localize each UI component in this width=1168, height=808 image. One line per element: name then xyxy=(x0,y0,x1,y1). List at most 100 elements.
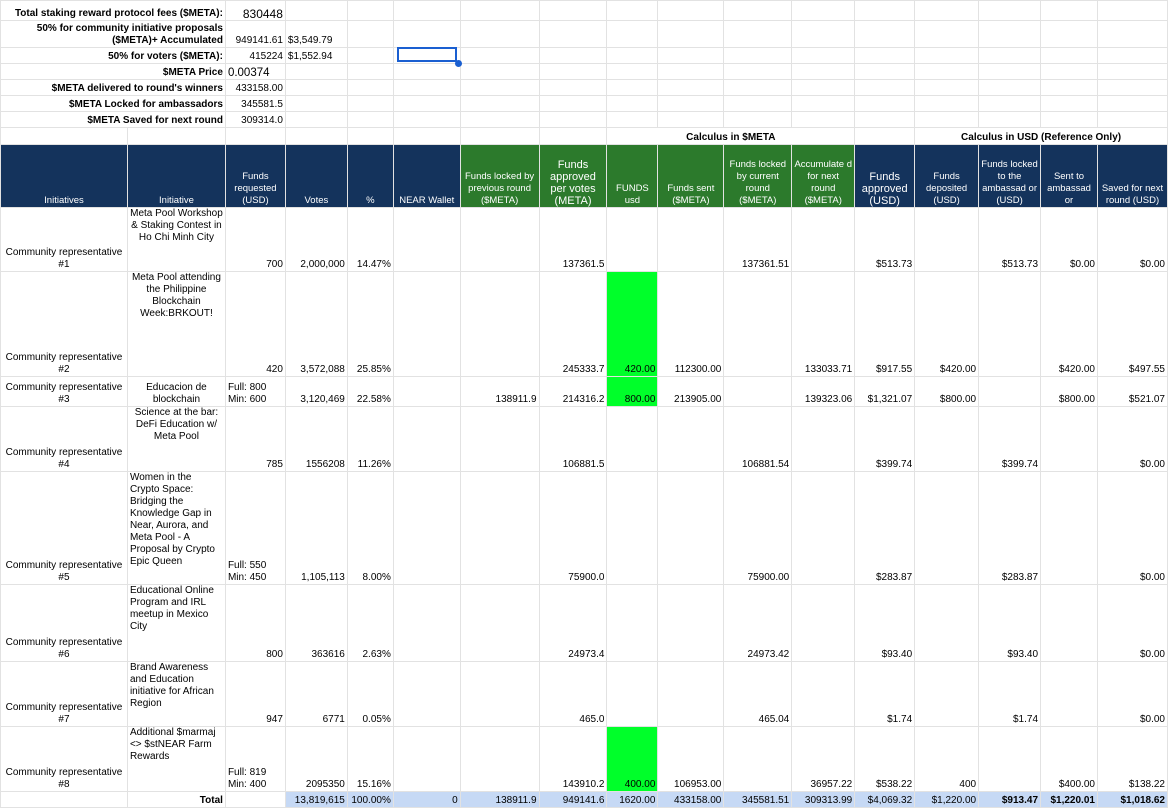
data-cell[interactable]: $1.74 xyxy=(854,661,916,727)
data-cell[interactable]: 24973.4 xyxy=(538,584,608,662)
col-header[interactable]: Funds deposited (USD) xyxy=(914,144,980,208)
total-label[interactable]: Total xyxy=(126,791,226,808)
col-header[interactable]: Funds locked by previous round ($META) xyxy=(459,144,540,208)
data-cell[interactable]: $399.74 xyxy=(978,406,1042,472)
summary-value-usd[interactable]: $1,552.94 xyxy=(284,47,348,64)
total-cell[interactable]: $913.47 xyxy=(978,791,1042,808)
data-cell[interactable]: $0.00 xyxy=(1096,584,1168,662)
total-cell[interactable]: $1,220.00 xyxy=(914,791,980,808)
summary-label[interactable]: $META Price xyxy=(0,63,226,80)
data-cell[interactable]: $538.22 xyxy=(854,726,916,792)
data-cell[interactable]: $513.73 xyxy=(978,207,1042,272)
summary-value[interactable]: 415224 xyxy=(224,47,286,64)
data-cell[interactable]: $93.40 xyxy=(978,584,1042,662)
data-cell[interactable] xyxy=(914,471,980,585)
summary-value[interactable]: 0.00374 xyxy=(224,63,286,80)
data-cell[interactable] xyxy=(459,584,540,662)
data-cell[interactable] xyxy=(791,661,856,727)
data-cell[interactable]: $0.00 xyxy=(1096,406,1168,472)
data-cell[interactable]: 75900.00 xyxy=(723,471,793,585)
data-cell[interactable] xyxy=(657,584,725,662)
summary-value-usd[interactable] xyxy=(284,0,348,21)
data-cell[interactable]: 75900.0 xyxy=(538,471,608,585)
data-cell[interactable]: $0.00 xyxy=(1096,207,1168,272)
initiative-name-cell[interactable]: Women in the Crypto Space: Bridging the … xyxy=(126,471,226,585)
summary-value-usd[interactable] xyxy=(284,79,348,96)
data-cell[interactable]: 3,120,469 xyxy=(284,376,348,407)
data-cell[interactable]: $0.00 xyxy=(1096,661,1168,727)
data-cell[interactable]: 139323.06 xyxy=(791,376,856,407)
data-cell[interactable]: 133033.71 xyxy=(791,271,856,377)
data-cell[interactable]: 785 xyxy=(224,406,286,472)
col-header[interactable]: Funds locked to the ambassad or (USD) xyxy=(978,144,1042,208)
data-cell[interactable]: 213905.00 xyxy=(657,376,725,407)
data-cell[interactable]: $283.87 xyxy=(978,471,1042,585)
data-cell[interactable]: 36957.22 xyxy=(791,726,856,792)
summary-value-usd[interactable] xyxy=(284,63,348,80)
data-cell[interactable] xyxy=(606,661,659,727)
data-cell[interactable] xyxy=(657,661,725,727)
fill-handle[interactable] xyxy=(455,60,462,67)
data-cell[interactable]: $1,321.07 xyxy=(854,376,916,407)
col-header[interactable]: Funds locked by current round ($META) xyxy=(723,144,793,208)
data-cell[interactable] xyxy=(392,207,461,272)
col-header[interactable]: Initiative xyxy=(126,144,226,208)
summary-value-usd[interactable]: $3,549.79 xyxy=(284,20,348,48)
data-cell[interactable]: 2,000,000 xyxy=(284,207,348,272)
data-cell[interactable]: $1.74 xyxy=(978,661,1042,727)
summary-value[interactable]: 309314.0 xyxy=(224,111,286,128)
data-cell[interactable]: $0.00 xyxy=(1096,471,1168,585)
summary-label[interactable]: Total staking reward protocol fees ($MET… xyxy=(0,0,226,21)
data-cell[interactable]: 214316.2 xyxy=(538,376,608,407)
data-cell[interactable] xyxy=(459,406,540,472)
col-header[interactable]: Funds requested (USD) xyxy=(224,144,286,208)
data-cell[interactable]: 24973.42 xyxy=(723,584,793,662)
data-cell[interactable] xyxy=(791,584,856,662)
data-cell[interactable] xyxy=(392,726,461,792)
data-cell[interactable] xyxy=(791,471,856,585)
data-cell[interactable]: 0.05% xyxy=(346,661,394,727)
spreadsheet[interactable]: Total staking reward protocol fees ($MET… xyxy=(0,0,1168,808)
col-header[interactable]: Saved for next round (USD) xyxy=(1096,144,1168,208)
initiative-owner-cell[interactable]: Community representative #2 xyxy=(0,271,128,377)
data-cell[interactable]: 137361.5 xyxy=(538,207,608,272)
data-cell[interactable]: $420.00 xyxy=(914,271,980,377)
data-cell[interactable] xyxy=(657,406,725,472)
data-cell[interactable]: 11.26% xyxy=(346,406,394,472)
data-cell[interactable] xyxy=(657,207,725,272)
summary-value-usd[interactable] xyxy=(284,111,348,128)
data-cell[interactable] xyxy=(459,471,540,585)
data-cell[interactable]: 2.63% xyxy=(346,584,394,662)
col-header[interactable]: NEAR Wallet xyxy=(392,144,461,208)
data-cell[interactable] xyxy=(392,661,461,727)
data-cell[interactable]: $513.73 xyxy=(854,207,916,272)
data-cell[interactable] xyxy=(392,271,461,377)
summary-value[interactable]: 830448 xyxy=(224,0,286,21)
data-cell[interactable]: $138.22 xyxy=(1096,726,1168,792)
data-cell[interactable] xyxy=(978,271,1042,377)
initiative-owner-cell[interactable]: Community representative #4 xyxy=(0,406,128,472)
data-cell[interactable]: $400.00 xyxy=(1040,726,1098,792)
data-cell[interactable] xyxy=(459,207,540,272)
data-cell[interactable]: 14.47% xyxy=(346,207,394,272)
data-cell[interactable] xyxy=(392,584,461,662)
col-header[interactable]: Initiatives xyxy=(0,144,128,208)
summary-label[interactable]: $META delivered to round's winners xyxy=(0,79,226,96)
data-cell[interactable]: 8.00% xyxy=(346,471,394,585)
total-cell[interactable]: 345581.51 xyxy=(723,791,793,808)
data-cell[interactable] xyxy=(914,207,980,272)
initiative-name-cell[interactable]: Meta Pool attending the Philippine Block… xyxy=(126,271,226,377)
data-cell[interactable]: 400.00 xyxy=(606,726,659,792)
col-header[interactable]: Funds approved (USD) xyxy=(854,144,916,208)
data-cell[interactable] xyxy=(1040,584,1098,662)
data-cell[interactable] xyxy=(459,726,540,792)
data-cell[interactable]: $0.00 xyxy=(1040,207,1098,272)
data-cell[interactable]: 106953.00 xyxy=(657,726,725,792)
initiative-owner-cell[interactable]: Community representative #8 xyxy=(0,726,128,792)
data-cell[interactable]: 420 xyxy=(224,271,286,377)
data-cell[interactable]: 2095350 xyxy=(284,726,348,792)
data-cell[interactable]: 700 xyxy=(224,207,286,272)
initiative-owner-cell[interactable]: Community representative #1 xyxy=(0,207,128,272)
data-cell[interactable] xyxy=(606,584,659,662)
col-header[interactable]: Votes xyxy=(284,144,348,208)
